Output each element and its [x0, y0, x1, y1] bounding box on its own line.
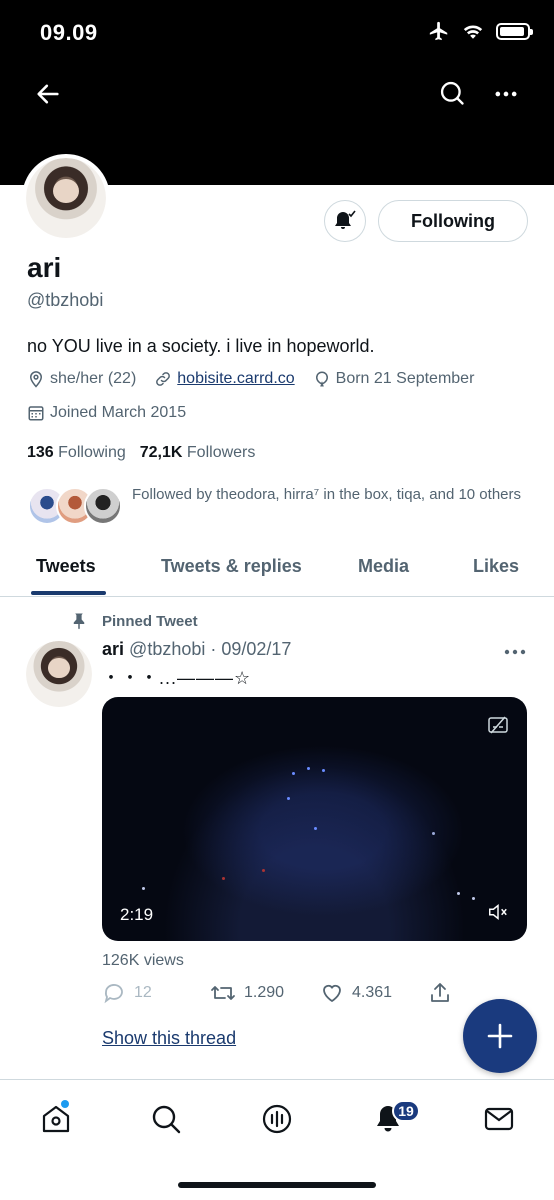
- profile-bio: no YOU live in a society. i live in hope…: [27, 336, 375, 356]
- retweet-count: 1.290: [244, 984, 285, 1001]
- retweet-button[interactable]: 1.290: [210, 981, 284, 1005]
- heart-icon: [323, 984, 341, 1003]
- nav-spaces[interactable]: [260, 1102, 294, 1136]
- pronouns-text: she/her (22): [50, 370, 137, 387]
- pinned-label-row: Pinned Tweet: [70, 611, 198, 631]
- messages-icon: [484, 1107, 514, 1131]
- wifi-icon: [463, 25, 483, 39]
- tweet-text: ・・・...———☆: [102, 668, 252, 688]
- tweet-handle-date: @tbzhobi · 09/02/17: [129, 639, 292, 659]
- mute-icon[interactable]: [487, 901, 509, 923]
- captions-icon[interactable]: [487, 715, 509, 735]
- reply-count: 12: [134, 984, 152, 1001]
- profile-avatar[interactable]: [22, 154, 110, 242]
- home-indicator[interactable]: [178, 1182, 376, 1188]
- share-button[interactable]: [428, 981, 452, 1005]
- airplane-icon: [429, 21, 448, 41]
- calendar-icon: [28, 406, 44, 421]
- video-duration: 2:19: [120, 905, 154, 924]
- share-icon: [431, 983, 449, 1002]
- tweet-more-icon[interactable]: [502, 642, 528, 662]
- follow-counts: 136 Following 72,1K Followers: [27, 444, 255, 462]
- joined-text: Joined March 2015: [50, 404, 187, 421]
- nav-search[interactable]: [149, 1102, 183, 1136]
- following-count[interactable]: 136 Following: [27, 444, 126, 462]
- tweet-avatar[interactable]: [26, 641, 92, 707]
- joined: Joined March 2015: [27, 404, 186, 422]
- notification-badge: 19: [392, 1100, 420, 1122]
- website[interactable]: hobisite.carrd.co: [154, 370, 295, 388]
- nav-messages[interactable]: [482, 1102, 516, 1136]
- reply-button[interactable]: 12: [102, 981, 152, 1005]
- reply-icon: [104, 984, 123, 1004]
- tab-tweets-replies[interactable]: Tweets & replies: [161, 556, 302, 577]
- location-pin-icon: [29, 371, 43, 388]
- battery-icon: [496, 22, 533, 40]
- spaces-icon: [262, 1104, 292, 1134]
- following-button[interactable]: Following: [378, 200, 528, 242]
- plus-icon: [487, 1023, 513, 1049]
- search-icon[interactable]: [438, 79, 466, 107]
- pin-icon: [73, 613, 85, 630]
- birthday: Born 21 September: [313, 370, 475, 388]
- pronouns: she/her (22): [27, 370, 136, 388]
- status-icons: [428, 20, 533, 42]
- status-time: 09.09: [40, 20, 98, 45]
- search-icon: [152, 1105, 181, 1134]
- balloon-icon: [315, 371, 328, 387]
- tweet-video[interactable]: 2:19: [102, 697, 527, 941]
- pinned-label: Pinned Tweet: [102, 612, 198, 630]
- tab-tweets[interactable]: Tweets: [36, 556, 96, 577]
- tweet-author-name[interactable]: ari: [102, 639, 124, 659]
- avatar: [84, 487, 122, 525]
- home-icon: [42, 1105, 70, 1133]
- like-count: 4.361: [352, 984, 393, 1001]
- website-link[interactable]: hobisite.carrd.co: [177, 370, 294, 388]
- tab-likes[interactable]: Likes: [473, 556, 519, 577]
- joined-row: Joined March 2015: [27, 404, 204, 422]
- more-icon[interactable]: [492, 80, 520, 108]
- tweet-header: ari @tbzhobi · 09/02/17: [102, 639, 291, 660]
- tab-media[interactable]: Media: [358, 556, 409, 577]
- profile-tabs: Tweets Tweets & replies Media Likes: [0, 545, 554, 597]
- nav-home[interactable]: [39, 1100, 73, 1136]
- display-name: ari: [27, 252, 62, 283]
- bell-check-icon: [335, 210, 356, 229]
- followed-by-avatars[interactable]: [28, 487, 122, 527]
- profile-meta-row: she/her (22) hobisite.carrd.co Born 21 S…: [27, 370, 492, 388]
- notification-bell-button[interactable]: [324, 200, 366, 242]
- like-button[interactable]: 4.361: [320, 981, 392, 1005]
- back-arrow-icon[interactable]: [34, 80, 62, 108]
- retweet-icon: [211, 986, 235, 1000]
- profile-handle: @tbzhobi: [27, 290, 104, 310]
- tweet-actions: 12 1.290 4.361: [102, 981, 462, 1007]
- home-unread-dot: [61, 1100, 69, 1108]
- tweet-views: 126K views: [102, 952, 184, 969]
- followers-count[interactable]: 72,1K Followers: [140, 444, 256, 462]
- followed-by-text[interactable]: Followed by theodora, hirra⁷ in the box,…: [132, 484, 532, 506]
- show-thread-link[interactable]: Show this thread: [102, 1028, 236, 1049]
- birthday-text: Born 21 September: [335, 370, 475, 387]
- link-icon: [156, 372, 171, 386]
- compose-tweet-button[interactable]: [463, 999, 537, 1073]
- active-tab-indicator: [31, 591, 106, 595]
